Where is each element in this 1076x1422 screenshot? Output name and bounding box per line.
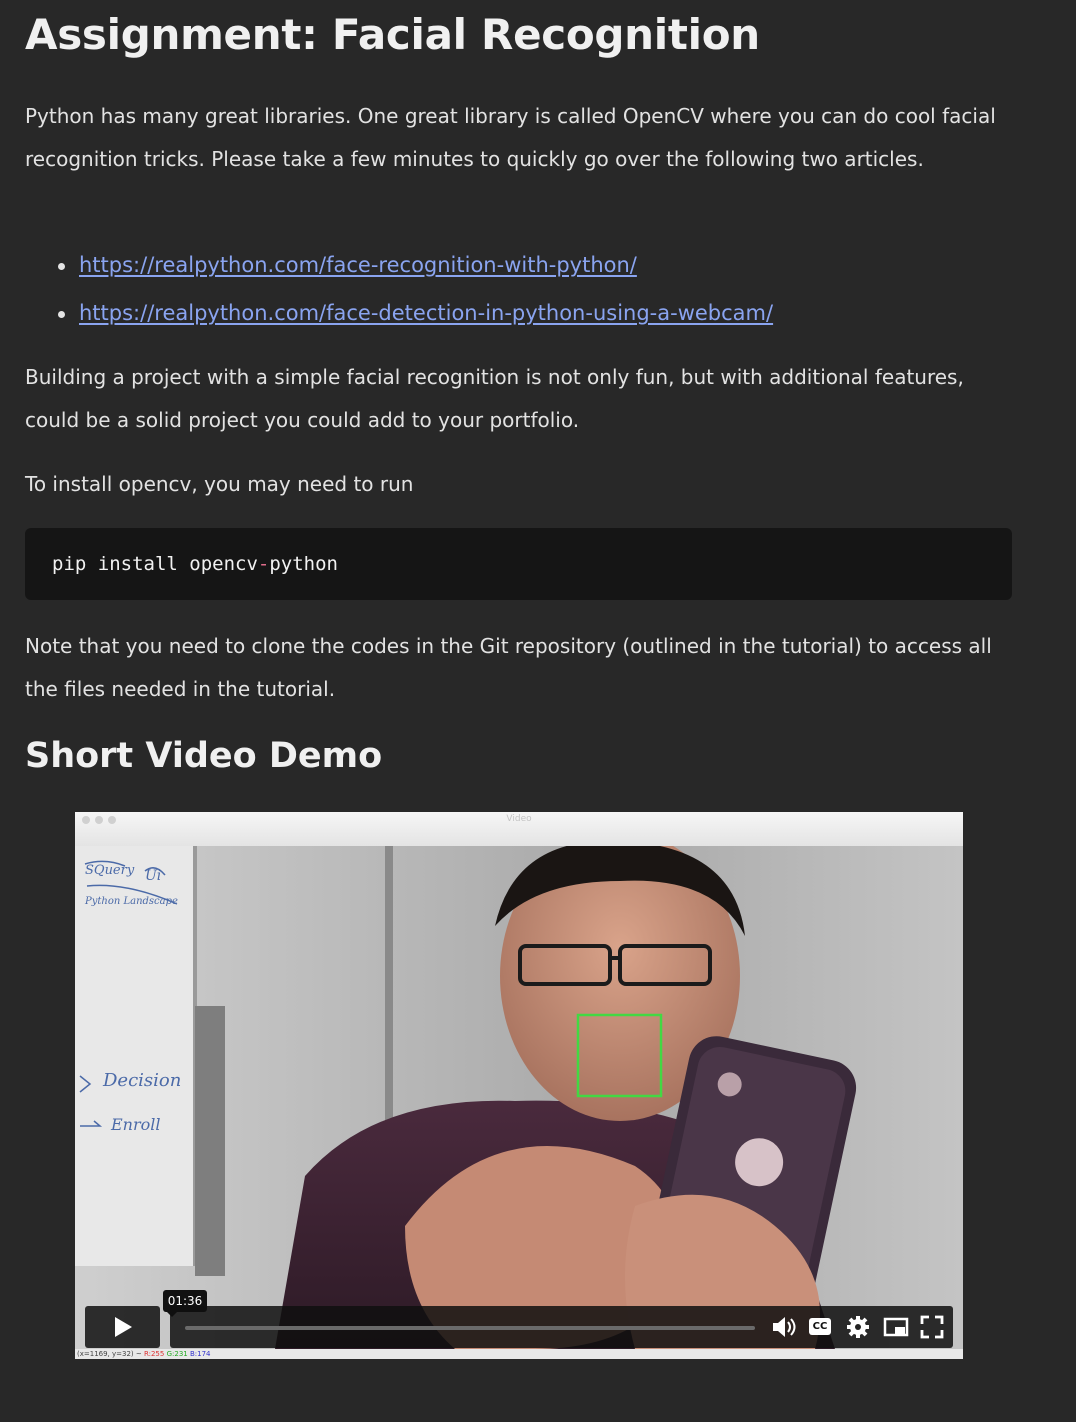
- play-icon: [114, 1317, 132, 1337]
- code-operator: -: [257, 553, 270, 575]
- captions-button[interactable]: CC: [809, 1318, 831, 1335]
- progress-bar[interactable]: [185, 1326, 755, 1330]
- play-button[interactable]: [85, 1306, 160, 1348]
- code-block: pip install opencv - python: [25, 528, 1012, 600]
- section-title: Short Video Demo: [25, 736, 383, 776]
- status-g: G:231: [166, 1350, 188, 1358]
- status-b: B:174: [189, 1350, 211, 1358]
- video-window-titlebar: Video: [75, 812, 963, 846]
- link-face-recognition[interactable]: https://realpython.com/face-recognition-…: [79, 253, 637, 277]
- intro-paragraph: Python has many great libraries. One gre…: [25, 104, 996, 171]
- video-player[interactable]: Video SQuery Ui Python Landscape Decisio…: [75, 812, 963, 1359]
- whiteboard-text-enroll: Enroll: [110, 1115, 161, 1134]
- video-status-bar: (x=1169, y=32) ~ R:255 G:231 B:174: [75, 1349, 963, 1359]
- whiteboard-text-landscape: Python Landscape: [84, 896, 178, 907]
- list-item: https://realpython.com/face-recognition-…: [57, 244, 773, 292]
- list-item: https://realpython.com/face-detection-in…: [57, 292, 773, 340]
- code-text: pip install opencv: [52, 553, 258, 575]
- whiteboard-text-decision: Decision: [102, 1070, 181, 1091]
- page-title: Assignment: Facial Recognition: [25, 10, 760, 59]
- video-frame: SQuery Ui Python Landscape Decision Enro…: [75, 846, 963, 1349]
- install-paragraph: To install opencv, you may need to run: [25, 472, 414, 496]
- whiteboard-text-ui: Ui: [145, 868, 161, 884]
- whiteboard: [75, 846, 195, 1266]
- video-controls: CC: [85, 1306, 953, 1348]
- volume-icon[interactable]: [771, 1315, 797, 1344]
- link-face-detection-webcam[interactable]: https://realpython.com/face-detection-in…: [79, 301, 773, 325]
- video-window-title: Video: [506, 814, 532, 824]
- settings-gear-icon[interactable]: [846, 1315, 870, 1344]
- status-coords: (x=1169, y=32) ~: [77, 1350, 144, 1358]
- control-bar: CC: [170, 1306, 953, 1348]
- whiteboard-text-squery: SQuery: [85, 863, 135, 878]
- clone-note-paragraph: Note that you need to clone the codes in…: [25, 634, 992, 701]
- article-links: https://realpython.com/face-recognition-…: [25, 244, 773, 340]
- code-text-2: python: [269, 553, 338, 575]
- status-r: R:255: [143, 1350, 165, 1358]
- picture-in-picture-icon[interactable]: [883, 1315, 909, 1344]
- portfolio-paragraph: Building a project with a simple facial …: [25, 365, 964, 432]
- fullscreen-icon[interactable]: [920, 1315, 944, 1344]
